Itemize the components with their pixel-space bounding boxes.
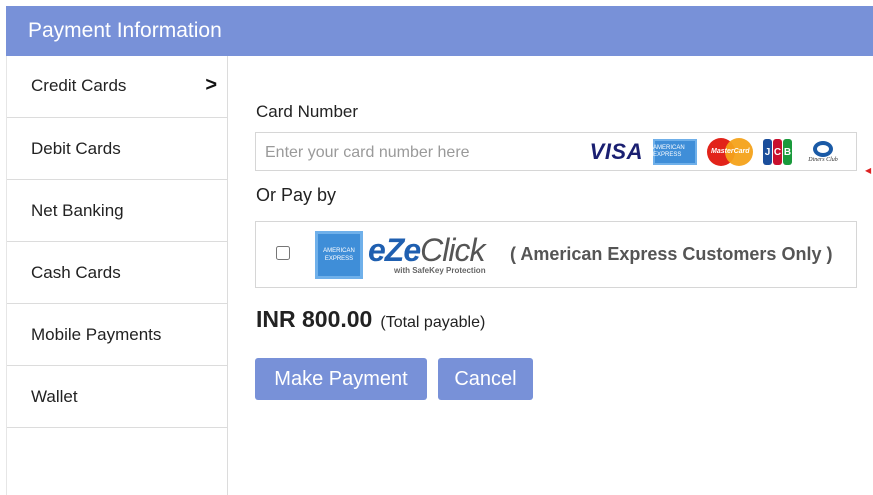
total-amount: INR 800.00: [256, 306, 373, 332]
card-number-label: Card Number: [256, 102, 359, 121]
chevron-right-icon: >: [205, 74, 217, 96]
cancel-button[interactable]: Cancel: [438, 358, 533, 400]
or-pay-by-label: Or Pay by: [256, 185, 337, 205]
accepted-cards: VISA AMERICAN EXPRESS MasterCard J C B D…: [590, 137, 844, 167]
amex-logo: AMERICAN EXPRESS: [653, 139, 697, 165]
red-marker-icon: ◀: [865, 166, 872, 175]
header-bar: Payment Information: [6, 6, 873, 56]
ezeclick-option[interactable]: AMERICAN EXPRESS eZeClick with SafeKey P…: [255, 221, 857, 288]
payment-form: Card Number VISA AMERICAN EXPRESS Master…: [228, 56, 873, 495]
sidebar-item-credit-cards[interactable]: Credit Cards >: [7, 56, 227, 118]
sidebar-item-label: Wallet: [31, 386, 78, 406]
mastercard-logo: MasterCard: [707, 138, 753, 166]
sidebar-item-mobile-payments[interactable]: Mobile Payments: [7, 304, 227, 366]
ezeclick-logo: eZeClick with SafeKey Protection: [368, 232, 486, 275]
page-title: Payment Information: [28, 19, 222, 42]
payment-method-sidebar: Credit Cards > Debit Cards Net Banking C…: [6, 56, 228, 495]
jcb-logo: J C B: [763, 139, 792, 165]
card-number-input[interactable]: [256, 133, 577, 172]
amex-logo: AMERICAN EXPRESS: [315, 231, 363, 279]
sidebar-item-label: Cash Cards: [31, 262, 121, 282]
sidebar-item-label: Net Banking: [31, 200, 124, 220]
sidebar-item-label: Mobile Payments: [31, 324, 162, 344]
sidebar-item-net-banking[interactable]: Net Banking: [7, 180, 227, 242]
ezeclick-note: ( American Express Customers Only ): [510, 244, 833, 264]
total-payable-label: (Total payable): [380, 314, 486, 331]
sidebar-item-wallet[interactable]: Wallet: [7, 366, 227, 428]
sidebar-item-debit-cards[interactable]: Debit Cards: [7, 118, 227, 180]
ezeclick-checkbox[interactable]: [276, 246, 290, 260]
sidebar-item-label: Credit Cards: [31, 76, 127, 95]
amount-summary: INR 800.00 (Total payable): [256, 306, 485, 333]
make-payment-button[interactable]: Make Payment: [255, 358, 427, 400]
diners-club-logo: Diners Club: [802, 138, 844, 166]
visa-logo: VISA: [589, 139, 643, 164]
sidebar-item-label: Debit Cards: [31, 138, 121, 158]
sidebar-item-cash-cards[interactable]: Cash Cards: [7, 242, 227, 304]
card-number-field-wrap: VISA AMERICAN EXPRESS MasterCard J C B D…: [255, 132, 857, 172]
